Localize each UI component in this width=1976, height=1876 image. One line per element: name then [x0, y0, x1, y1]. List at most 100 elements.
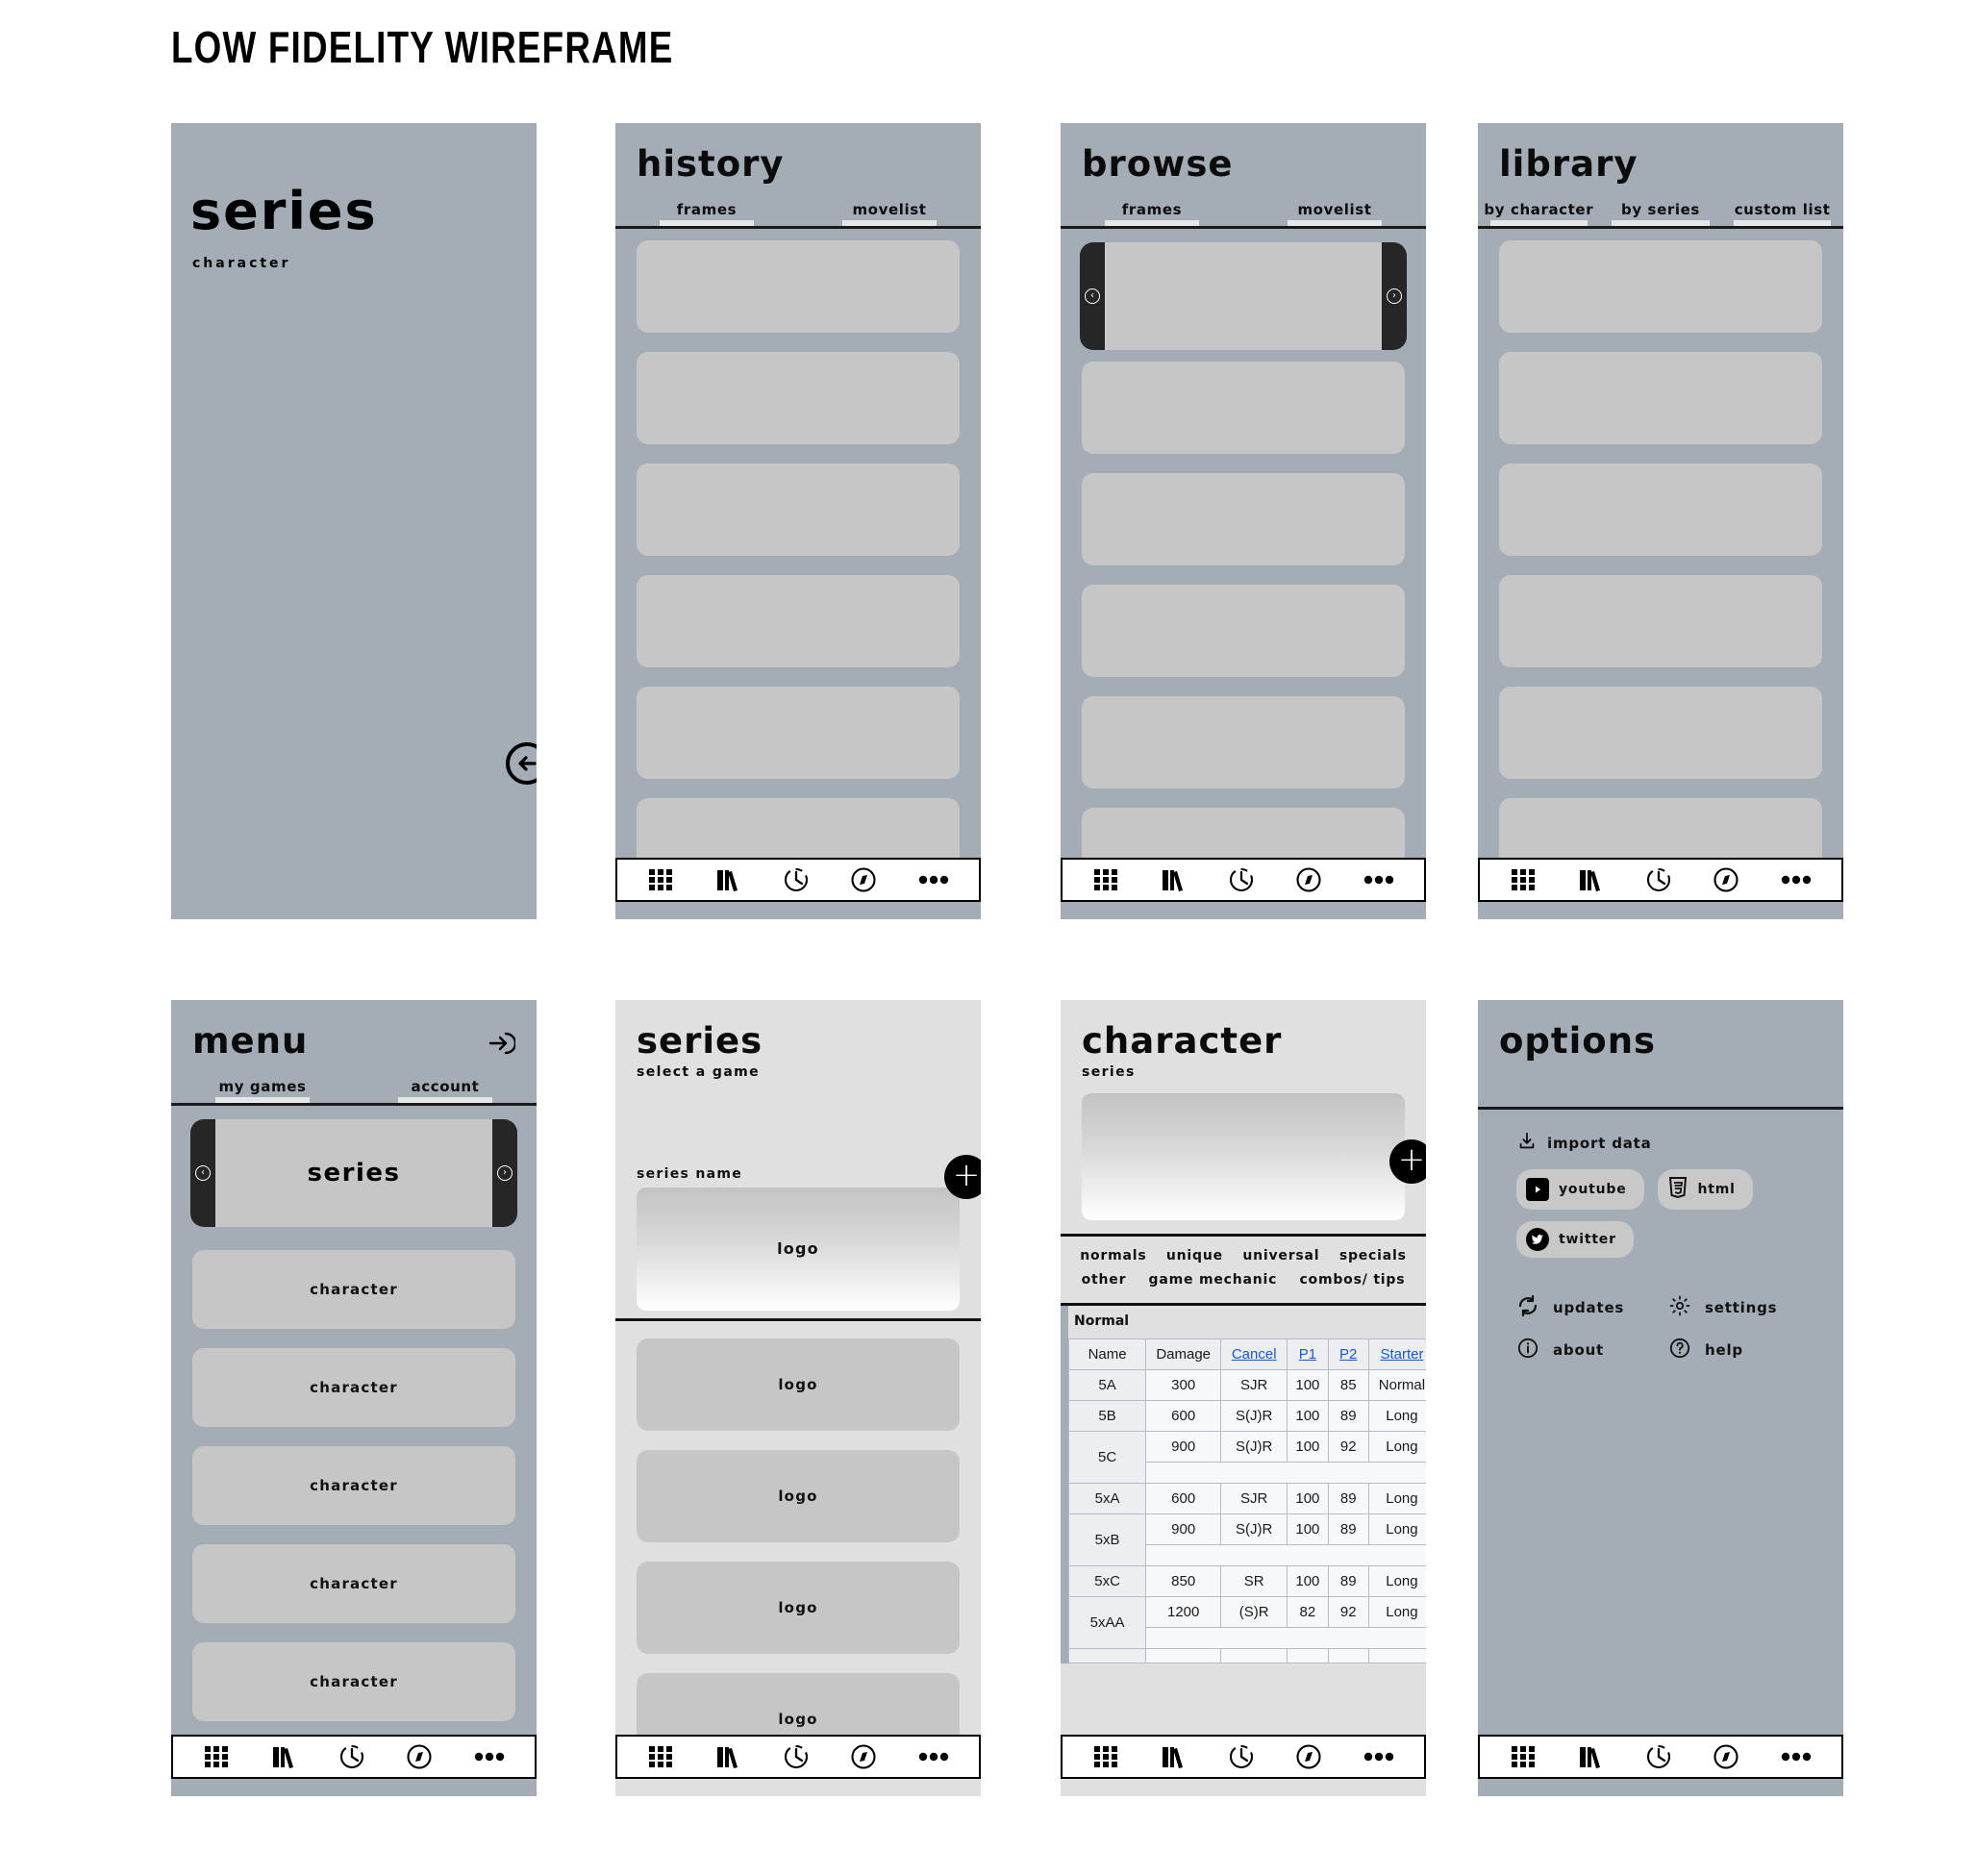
bottom-navigation[interactable] [1478, 1735, 1843, 1779]
list-item[interactable] [637, 351, 960, 444]
carousel-prev-button[interactable]: ‹ [1080, 241, 1105, 350]
col-p2[interactable]: P2 [1327, 1338, 1369, 1370]
clock-icon[interactable] [1227, 1742, 1256, 1771]
library-icon[interactable] [270, 1742, 299, 1771]
bottom-navigation[interactable] [615, 858, 981, 902]
tab-account[interactable]: account [354, 1078, 537, 1103]
list-item[interactable]: logo [637, 1561, 960, 1654]
browse-carousel[interactable]: ‹ › [1080, 241, 1407, 350]
login-arrow-icon[interactable] [487, 1029, 517, 1062]
list-item[interactable]: character [192, 1543, 515, 1623]
tab-by-character[interactable]: by character [1478, 201, 1600, 226]
bottom-navigation[interactable] [171, 1735, 537, 1779]
grid-icon[interactable] [202, 1742, 231, 1771]
option-help[interactable]: help [1668, 1337, 1814, 1363]
compass-icon[interactable] [1294, 865, 1323, 894]
col-starter[interactable]: Starter [1367, 1338, 1426, 1370]
compass-icon[interactable] [1712, 865, 1740, 894]
tab-movelist[interactable]: movelist [798, 201, 981, 226]
library-icon[interactable] [1160, 1742, 1188, 1771]
filter-unique[interactable]: unique [1164, 1244, 1225, 1269]
bottom-navigation[interactable] [1061, 1735, 1426, 1779]
list-item[interactable]: logo [637, 1338, 960, 1431]
tab-custom-list[interactable]: custom list [1721, 201, 1843, 226]
carousel-next-button[interactable]: › [492, 1118, 517, 1227]
list-item[interactable] [1499, 351, 1822, 444]
more-icon[interactable] [917, 873, 950, 887]
tab-my-games[interactable]: my games [171, 1078, 354, 1103]
list-item[interactable] [637, 463, 960, 556]
tab-frames[interactable]: frames [1061, 201, 1243, 226]
tab-by-series[interactable]: by series [1600, 201, 1722, 226]
table-row[interactable]: 5B 600 S(J)R 100 89 Long [1067, 1399, 1426, 1432]
compass-icon[interactable] [849, 865, 878, 894]
list-item[interactable]: character [192, 1641, 515, 1721]
list-item[interactable] [637, 574, 960, 667]
series-logo-hero[interactable]: logo [637, 1187, 960, 1311]
clock-icon[interactable] [1227, 865, 1256, 894]
library-icon[interactable] [714, 1742, 743, 1771]
grid-icon[interactable] [646, 1742, 675, 1771]
library-icon[interactable] [1160, 865, 1188, 894]
list-item[interactable]: character [192, 1445, 515, 1525]
carousel-prev-button[interactable]: ‹ [190, 1118, 215, 1227]
add-series-button[interactable]: + [944, 1154, 981, 1199]
bottom-navigation[interactable] [1061, 858, 1426, 902]
table-row[interactable]: 5xB 900 S(J)R 100 89 Long [1067, 1513, 1426, 1566]
bottom-navigation[interactable] [1478, 858, 1843, 902]
clock-icon[interactable] [1644, 1742, 1673, 1771]
list-item[interactable]: character [192, 1249, 515, 1329]
col-p1[interactable]: P1 [1287, 1338, 1329, 1370]
more-icon[interactable] [473, 1750, 506, 1763]
more-icon[interactable] [1363, 1750, 1395, 1763]
character-image-placeholder[interactable] [1082, 1092, 1405, 1220]
more-icon[interactable] [1363, 873, 1395, 887]
list-item[interactable] [1082, 361, 1405, 454]
filter-universal[interactable]: universal [1240, 1244, 1321, 1269]
filter-other[interactable]: other [1080, 1268, 1129, 1293]
grid-icon[interactable] [1091, 1742, 1120, 1771]
compass-icon[interactable] [405, 1742, 434, 1771]
table-row[interactable]: 5A 300 SJR 100 85 Normal [1067, 1368, 1426, 1401]
carousel-next-button[interactable]: › [1382, 241, 1407, 350]
list-item[interactable] [637, 686, 960, 779]
grid-icon[interactable] [1509, 1742, 1538, 1771]
bottom-navigation[interactable] [615, 1735, 981, 1779]
filter-game-mechanic[interactable]: game mechanic [1147, 1268, 1280, 1293]
list-item[interactable] [637, 239, 960, 333]
filter-normals[interactable]: normals [1078, 1244, 1148, 1269]
more-icon[interactable] [917, 1750, 950, 1763]
list-item[interactable] [1082, 584, 1405, 677]
list-item[interactable] [1082, 472, 1405, 565]
col-cancel[interactable]: Cancel [1220, 1338, 1288, 1370]
library-icon[interactable] [1577, 1742, 1606, 1771]
list-item[interactable] [1499, 574, 1822, 667]
table-row[interactable]: 5xC 850 SR 100 89 Long [1067, 1564, 1426, 1597]
clock-icon[interactable] [1644, 865, 1673, 894]
list-item[interactable] [1082, 695, 1405, 788]
grid-icon[interactable] [646, 865, 675, 894]
table-row[interactable]: 5C 900 S(J)R 100 92 Long [1067, 1430, 1426, 1484]
more-icon[interactable] [1780, 873, 1813, 887]
option-settings[interactable]: settings [1668, 1294, 1814, 1321]
add-character-button[interactable]: + [1389, 1138, 1426, 1184]
option-about[interactable]: about [1516, 1337, 1663, 1363]
list-item[interactable]: logo [637, 1449, 960, 1542]
back-arrow-icon[interactable] [506, 742, 537, 785]
compass-icon[interactable] [849, 1742, 878, 1771]
more-icon[interactable] [1780, 1750, 1813, 1763]
filter-combos-tips[interactable]: combos/ tips [1297, 1268, 1407, 1293]
library-icon[interactable] [1577, 865, 1606, 894]
clock-icon[interactable] [782, 865, 811, 894]
table-row[interactable]: 5xAA 1200 (S)R 82 92 Long [1067, 1595, 1426, 1649]
list-item[interactable] [1499, 686, 1822, 779]
library-icon[interactable] [714, 865, 743, 894]
clock-icon[interactable] [782, 1742, 811, 1771]
tab-frames[interactable]: frames [615, 201, 798, 226]
table-row[interactable]: 5xA 600 SJR 100 89 Long [1067, 1482, 1426, 1514]
import-data-action[interactable]: import data [1516, 1131, 1814, 1156]
filter-specials[interactable]: specials [1338, 1244, 1409, 1269]
import-twitter-button[interactable]: twitter [1516, 1220, 1634, 1258]
compass-icon[interactable] [1712, 1742, 1740, 1771]
menu-carousel[interactable]: ‹ series › [190, 1118, 517, 1227]
